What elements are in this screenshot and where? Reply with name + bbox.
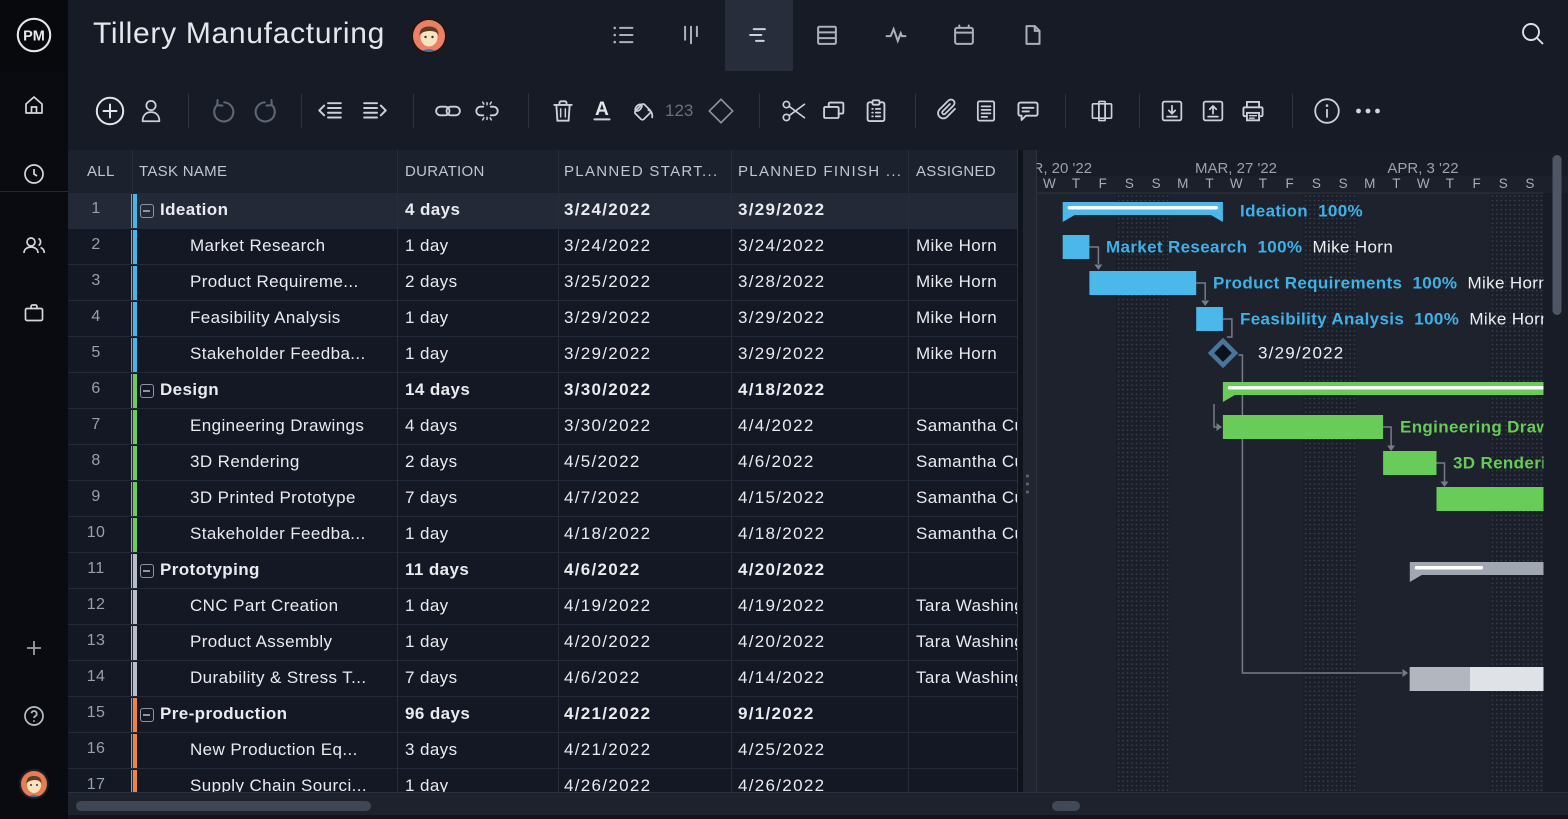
svg-text:Engineering Drawings 100% Sa: Engineering Drawings 100% Samantha Curti…	[1400, 418, 1568, 437]
svg-text:M: M	[1177, 176, 1188, 191]
svg-text:MAR, 27 '22: MAR, 27 '22	[1195, 160, 1277, 177]
svg-text:S: S	[1525, 176, 1534, 191]
svg-text:S: S	[1125, 176, 1134, 191]
svg-text:Ideation 100%: Ideation 100%	[1240, 202, 1363, 221]
svg-text:F: F	[1472, 176, 1480, 191]
svg-text:T: T	[1259, 176, 1267, 191]
svg-text:W: W	[1230, 176, 1243, 191]
svg-text:T: T	[1392, 176, 1400, 191]
svg-text:M: M	[1364, 176, 1375, 191]
svg-text:3/29/2022: 3/29/2022	[1258, 344, 1344, 363]
svg-text:MAR, 20 '22: MAR, 20 '22	[1033, 160, 1092, 177]
svg-text:S: S	[1339, 176, 1348, 191]
svg-text:A: A	[595, 99, 609, 120]
svg-text:S: S	[1152, 176, 1161, 191]
svg-text:S: S	[1499, 176, 1508, 191]
svg-text:T: T	[1205, 176, 1213, 191]
svg-text:PM: PM	[23, 29, 45, 45]
svg-text:APR, 3 '22: APR, 3 '22	[1387, 160, 1458, 177]
svg-text:T: T	[1446, 176, 1454, 191]
svg-text:S: S	[1312, 176, 1321, 191]
svg-text:F: F	[1099, 176, 1107, 191]
svg-text:Product Requirements 100% Mi: Product Requirements 100% Mike Horn	[1213, 274, 1548, 293]
svg-text:W: W	[1417, 176, 1430, 191]
svg-text:T: T	[1072, 176, 1080, 191]
svg-text:Feasibility Analysis 100% Mi: Feasibility Analysis 100% Mike Horn	[1240, 310, 1550, 329]
svg-text:Market Research 100% Mike Ho: Market Research 100% Mike Horn	[1106, 238, 1393, 257]
svg-text:W: W	[1043, 176, 1056, 191]
svg-text:F: F	[1285, 176, 1293, 191]
